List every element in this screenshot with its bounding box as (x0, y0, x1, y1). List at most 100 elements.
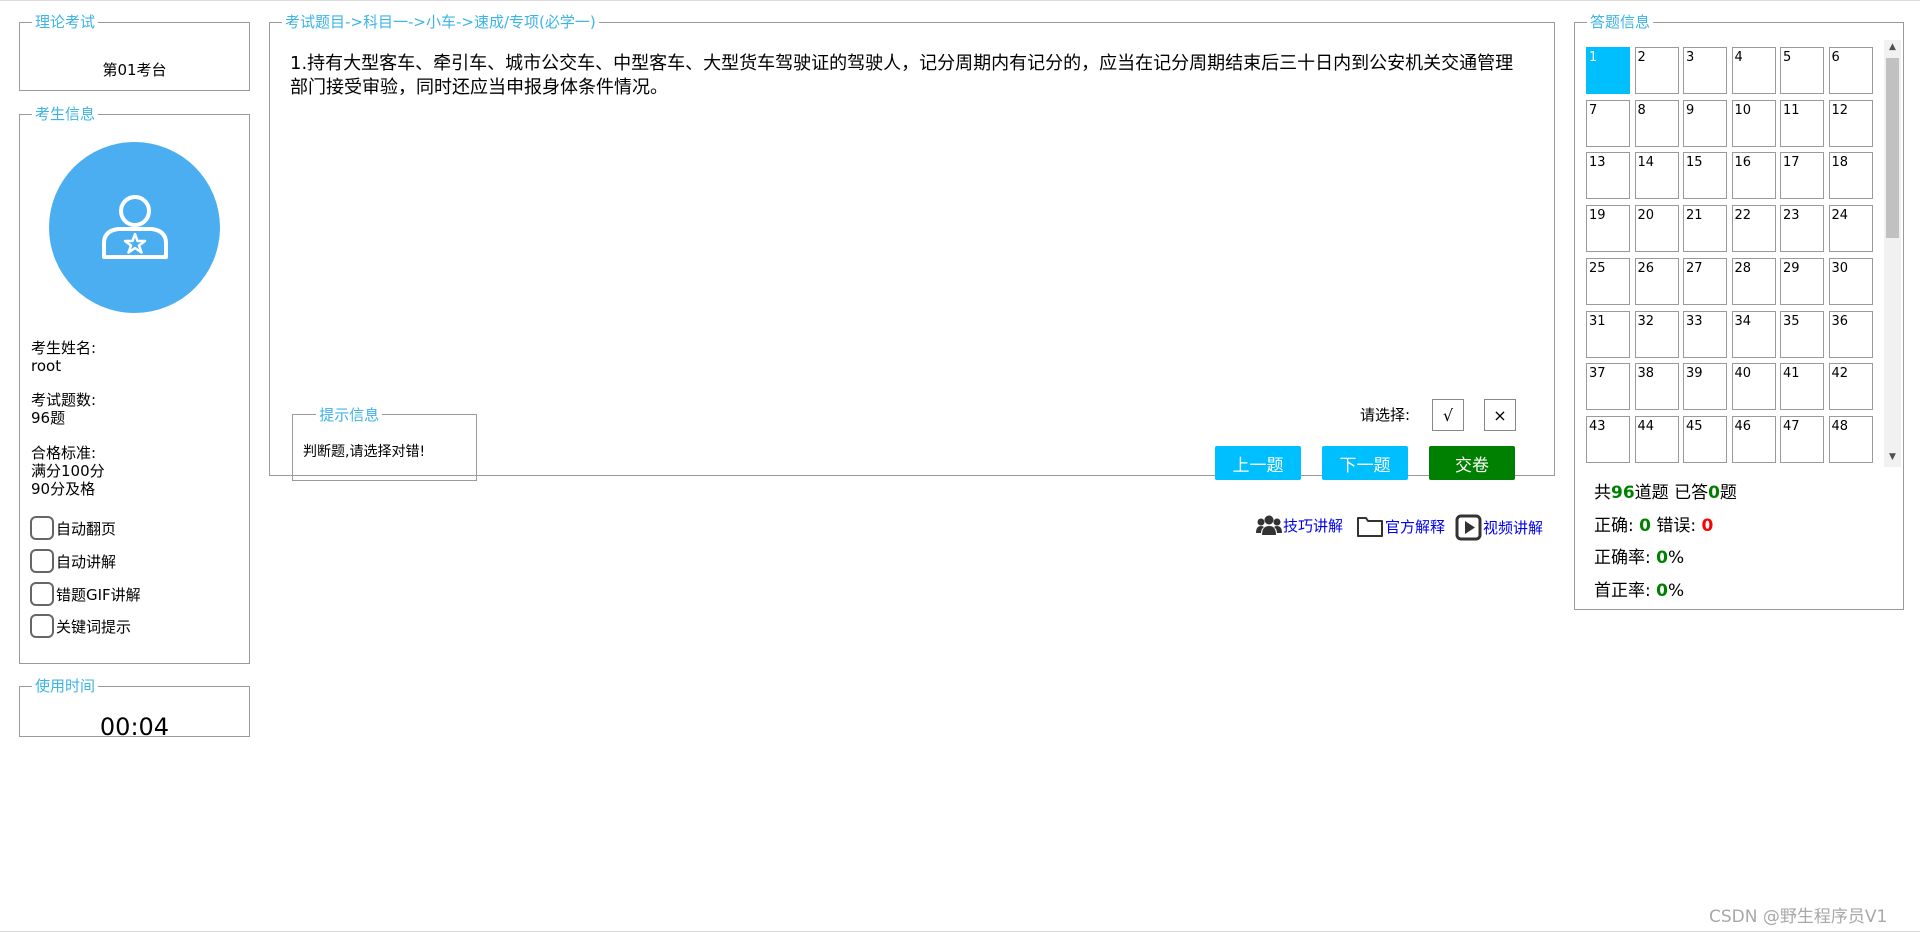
question-number-cell[interactable]: 25 (1586, 257, 1630, 305)
question-number-cell[interactable]: 2 (1634, 47, 1679, 94)
question-panel: 考试题目->科目一->小车->速成/专项(必学一) 1.持有大型客车、牵引车、城… (269, 13, 1555, 481)
question-number-cell[interactable]: 19 (1586, 205, 1630, 253)
question-number-cell[interactable]: 32 (1634, 310, 1679, 358)
question-number-cell[interactable]: 44 (1634, 415, 1679, 463)
question-number-cell[interactable]: 43 (1586, 415, 1630, 463)
play-video-icon (1455, 514, 1482, 541)
question-number-cell[interactable]: 22 (1731, 205, 1776, 253)
question-number-cell[interactable]: 5 (1780, 47, 1824, 94)
question-number-cell[interactable]: 4 (1731, 47, 1776, 94)
top-border (0, 0, 1920, 1)
question-number-cell[interactable]: 9 (1683, 99, 1727, 147)
wrong-label: 错误: (1656, 516, 1697, 536)
question-number-cell[interactable]: 15 (1683, 152, 1727, 200)
question-number-cell[interactable]: 28 (1731, 257, 1776, 305)
question-number-cell[interactable]: 12 (1828, 99, 1873, 147)
question-number-cell[interactable]: 7 (1586, 99, 1630, 147)
exam-seat: 第01考台 (102, 61, 167, 79)
scroll-thumb[interactable] (1886, 58, 1899, 238)
examinee-name-label: 考生姓名: (31, 339, 97, 357)
question-number-cell[interactable]: 16 (1731, 152, 1776, 200)
question-number-cell[interactable]: 38 (1634, 363, 1679, 411)
pass-standard: 合格标准: 满分100分 90分及格 (31, 444, 105, 498)
question-number-cell[interactable]: 33 (1683, 310, 1727, 358)
submit-exam-button[interactable]: 交卷 (1429, 446, 1515, 480)
checkbox-box[interactable] (30, 549, 54, 573)
question-text: 1.持有大型客车、牵引车、城市公交车、中型客车、大型货车驾驶证的驾驶人，记分周期… (290, 53, 1514, 98)
examinee-name-value: root (31, 357, 62, 375)
true-option-button[interactable]: √ (1432, 399, 1464, 431)
question-number-cell[interactable]: 20 (1634, 205, 1679, 253)
question-number-cell[interactable]: 29 (1780, 257, 1824, 305)
scroll-up-arrow[interactable]: ▲ (1884, 42, 1901, 56)
checkbox-box[interactable] (30, 614, 54, 638)
question-number-cell[interactable]: 37 (1586, 363, 1630, 411)
skill-explain-link[interactable]: 技巧讲解 (1256, 514, 1343, 536)
question-number-cell[interactable]: 24 (1828, 205, 1873, 253)
question-number-cell[interactable]: 14 (1634, 152, 1679, 200)
question-number-cell[interactable]: 36 (1828, 310, 1873, 358)
video-explain-label[interactable]: 视频讲解 (1483, 517, 1543, 538)
wrong-gif-checkbox[interactable]: 错题GIF讲解 (30, 582, 141, 606)
tips-panel: 提示信息 判断题,请选择对错! (292, 404, 477, 481)
official-explain-link[interactable]: 官方解释 (1356, 514, 1445, 538)
official-explain-label[interactable]: 官方解释 (1385, 516, 1445, 537)
question-number-cell[interactable]: 17 (1780, 152, 1824, 200)
question-number-cell[interactable]: 8 (1634, 99, 1679, 147)
wrong-count: 0 (1701, 516, 1714, 536)
auto-explain-checkbox[interactable]: 自动讲解 (30, 549, 116, 573)
examinee-info-legend: 考生信息 (35, 105, 96, 123)
question-number-cell[interactable]: 48 (1828, 415, 1873, 463)
question-number-cell[interactable]: 40 (1731, 363, 1776, 411)
question-number-cell[interactable]: 21 (1683, 205, 1727, 253)
question-number-cell[interactable]: 35 (1780, 310, 1824, 358)
time-used-panel: 使用时间 00:04 (19, 679, 250, 741)
examinee-name: 考生姓名: root (31, 339, 96, 375)
question-number-cell[interactable]: 47 (1780, 415, 1824, 463)
answer-info-panel: 答题信息 1 2 3 4 5 6 7 8 9 10 11 12 13 14 15 16 17 18 19 20 21 22… (1574, 15, 1904, 610)
examinee-info-panel: 考生信息 考生姓名: root 考试题数: 96题 合格标准: 满分100分 9… (19, 107, 250, 664)
question-number-cell[interactable]: 11 (1780, 99, 1824, 147)
summary-prefix: 共 (1594, 483, 1611, 503)
question-number-cell[interactable]: 3 (1683, 47, 1727, 94)
question-number-cell[interactable]: 45 (1683, 415, 1727, 463)
scroll-down-arrow[interactable]: ▼ (1884, 452, 1901, 466)
checkbox-box[interactable] (30, 582, 54, 606)
question-number-cell[interactable]: 46 (1731, 415, 1776, 463)
question-number-cell[interactable]: 31 (1586, 310, 1630, 358)
correct-rate-label: 正确率: (1594, 548, 1651, 568)
checkbox-label: 自动讲解 (56, 552, 117, 571)
grid-scrollbar[interactable]: ▲ ▼ (1884, 40, 1901, 467)
question-number-cell[interactable]: 23 (1780, 205, 1824, 253)
question-number-cell[interactable]: 27 (1683, 257, 1727, 305)
pass-standard-full: 满分100分 (31, 462, 105, 480)
tips-text: 判断题,请选择对错! (303, 444, 426, 460)
auto-page-checkbox[interactable]: 自动翻页 (30, 516, 116, 540)
question-number-cell[interactable]: 13 (1586, 152, 1630, 200)
skill-explain-label[interactable]: 技巧讲解 (1283, 515, 1343, 536)
prev-question-button[interactable]: 上一题 (1215, 446, 1301, 480)
question-number-cell[interactable]: 34 (1731, 310, 1776, 358)
question-number-cell[interactable]: 30 (1828, 257, 1873, 305)
checkbox-label: 自动翻页 (56, 519, 117, 538)
question-number-cell[interactable]: 6 (1828, 47, 1873, 94)
question-number-cell[interactable]: 10 (1731, 99, 1776, 147)
theory-exam-panel: 理论考试 第01考台 (19, 15, 250, 91)
question-number-cell[interactable]: 41 (1780, 363, 1824, 411)
exam-question-count-value: 96题 (31, 409, 66, 427)
question-number-cell[interactable]: 42 (1828, 363, 1873, 411)
question-number-cell[interactable]: 26 (1634, 257, 1679, 305)
question-number-cell[interactable]: 39 (1683, 363, 1727, 411)
question-number-cell[interactable]: 1 (1586, 47, 1630, 94)
choose-label: 请选择: (1360, 406, 1411, 424)
video-explain-link[interactable]: 视频讲解 (1455, 514, 1543, 541)
checkbox-box[interactable] (30, 516, 54, 540)
next-question-button[interactable]: 下一题 (1322, 446, 1408, 480)
question-breadcrumb: 考试题目->科目一->小车->速成/专项(必学一) (285, 13, 596, 31)
keyword-hint-checkbox[interactable]: 关键词提示 (30, 614, 131, 638)
correct-rate-percent: % (1667, 548, 1685, 568)
question-number-cell[interactable]: 18 (1828, 152, 1873, 200)
total-count: 96 (1611, 483, 1635, 503)
avatar (49, 142, 220, 313)
false-option-button[interactable]: × (1484, 399, 1516, 431)
